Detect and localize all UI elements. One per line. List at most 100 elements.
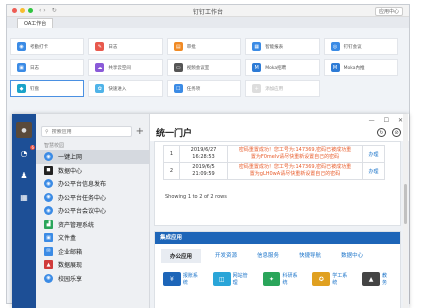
integrated-tab[interactable]: 办公应用 xyxy=(161,249,202,263)
workbench-tile[interactable]: ◆ 钉盘 xyxy=(10,80,85,97)
tab-oa-workbench[interactable]: OA工作台 xyxy=(17,18,54,28)
row-index: 2 xyxy=(163,162,180,180)
workbench-tile[interactable]: ◉ 考勤打卡 xyxy=(10,38,85,55)
integrated-app[interactable]: ✪ 学工系统 xyxy=(312,272,352,286)
refresh-icon[interactable]: ↻ xyxy=(52,7,57,14)
tile-label: 任务项 xyxy=(186,86,201,92)
compass-icon[interactable]: ⊘ xyxy=(392,128,401,137)
app-list-label: 数据中心 xyxy=(58,167,83,175)
workbench-icon[interactable]: ▦ xyxy=(18,192,30,204)
publish-icon: ◉ xyxy=(44,179,53,189)
workbench-tile[interactable]: ✿ 快速进入 xyxy=(88,80,163,97)
approval-icon: ▤ xyxy=(173,42,183,51)
workbench-tile[interactable]: M Moka內推 xyxy=(323,59,398,76)
network-icon: ◉ xyxy=(44,152,53,162)
close-dot[interactable] xyxy=(12,8,17,13)
workbench-tile[interactable]: ▤ 审批 xyxy=(166,38,242,55)
row-time: 21:09:59 xyxy=(192,171,215,177)
integrated-tab[interactable]: 数据中心 xyxy=(335,249,369,263)
nav-back-icon[interactable]: ‹ › xyxy=(39,7,46,14)
add-icon: + xyxy=(252,84,262,93)
integrated-tab[interactable]: 开发资源 xyxy=(209,249,243,263)
add-icon[interactable]: + xyxy=(136,126,144,137)
app-list-item[interactable]: ◉ 办公平台信息发布 xyxy=(36,177,149,191)
messages-icon[interactable]: ◔ 6 xyxy=(18,145,35,160)
app-list-item[interactable]: ✉ 企业邮箱 xyxy=(36,245,149,259)
avatar[interactable]: ● xyxy=(16,122,32,138)
background-window-title: 钉钉工作台 xyxy=(192,9,223,16)
task-center-icon: ◉ xyxy=(44,192,53,202)
minimize-icon[interactable]: — xyxy=(369,117,375,124)
tile-label: 共享云空间 xyxy=(108,65,131,71)
integrated-app[interactable]: ◫ 网站管理 xyxy=(212,272,253,286)
notice-card: 1 2019/6/27 16:28:53 密码重置成功！您工号为:147369,密码已… xyxy=(154,141,401,226)
drive-icon: ◆ xyxy=(17,84,26,93)
workbench-tile[interactable]: + 添加应用 xyxy=(245,80,320,97)
asset-icon: ▟ xyxy=(44,219,53,229)
traffic-lights xyxy=(12,8,33,13)
workbench-tile[interactable]: ▭ 视频会议室 xyxy=(166,59,242,76)
scrollbar-thumb[interactable] xyxy=(404,184,407,224)
data-view-icon: ▲ xyxy=(44,260,53,270)
row-message: 密码重置成功！您工号为:147369,密码已被成功重 置为gLH0wA请尽快重新设… xyxy=(227,162,363,180)
tile-label: 日志 xyxy=(30,65,39,71)
integrated-app-label: 网站管理 xyxy=(232,273,248,286)
workbench-tile[interactable]: ▣ 日志 xyxy=(10,59,85,76)
tile-label: 快速进入 xyxy=(108,86,127,92)
left-nav-sidebar: ● ◔ 6 ♟ ▦ xyxy=(12,114,36,308)
app-list-item[interactable]: ▣ 文件盒 xyxy=(36,231,149,245)
app-list-item[interactable]: ▲ 数据展现 xyxy=(36,258,149,272)
workbench-tile[interactable]: M Moka招聘 xyxy=(245,59,320,76)
scrollbar[interactable] xyxy=(403,114,408,308)
meeting-icon: ◎ xyxy=(330,42,340,51)
workbench-tile-grid: ◉ 考勤打卡 ✎ 日志 ▤ 审批 ▦ 智能报表 ◎ 钉钉会议 ▣ 日志 ☁ 共享云空间 ▭ 视频会议室 M Mok… xyxy=(10,38,398,97)
integrated-app-list: ¥ 报账系统 ◫ 网站管理 ✦ 科研系统 ✪ 学工系统 ▲ 教务 xyxy=(155,263,400,286)
maximize-icon[interactable]: ☐ xyxy=(384,117,389,124)
search-box[interactable]: ⚲ xyxy=(41,126,132,137)
title-actions: ↻ ⊘ xyxy=(377,128,401,137)
app-list-item[interactable]: ◼ 数据中心 xyxy=(36,164,149,178)
refresh-icon[interactable]: ↻ xyxy=(377,128,386,137)
workbench-tile[interactable]: ☁ 共享云空间 xyxy=(88,59,163,76)
location-icon: ◉ xyxy=(17,42,26,51)
search-icon: ⚲ xyxy=(45,128,49,135)
zoom-dot[interactable] xyxy=(28,8,33,13)
row-datetime: 2019/6/5 21:09:59 xyxy=(179,162,228,180)
page-title: 统一门户 xyxy=(156,129,193,139)
app-list-item[interactable]: ◉ 办公平台任务中心 xyxy=(36,191,149,205)
row-action-link[interactable]: 办理 xyxy=(362,145,385,163)
workbench-tile[interactable]: ▦ 智能报表 xyxy=(245,38,320,55)
pagination-summary: Showing 1 to 2 of 2 rows xyxy=(165,194,227,200)
search-input[interactable] xyxy=(51,128,112,135)
search-row: ⚲ + xyxy=(36,114,149,141)
integrated-app[interactable]: ▲ 教务 xyxy=(362,272,392,286)
portal-window: ● ◔6 ♟ ▦ ⚲ + 智慧校园 ◉ 一键上网 ◼ 数据中心 ◉ 办公平台信息发布 ◉ 办公… xyxy=(12,114,409,308)
app-list-item[interactable]: ▟ 资产管理系统 xyxy=(36,218,149,232)
window-controls: — ☐ ✕ xyxy=(369,117,403,124)
integrated-app[interactable]: ¥ 报账系统 xyxy=(163,272,203,286)
app-center-button[interactable]: 应用中心 xyxy=(374,7,403,16)
moka-icon: M xyxy=(330,63,340,72)
meeting-center-icon: ◉ xyxy=(44,206,53,216)
integrated-tab[interactable]: 快捷导航 xyxy=(293,249,327,263)
contacts-icon[interactable]: ♟ xyxy=(18,170,30,182)
row-action-link[interactable]: 办理 xyxy=(362,162,385,180)
integrated-app-label: 报账系统 xyxy=(182,273,198,286)
tile-label: 考勤打卡 xyxy=(30,44,48,50)
integrated-app[interactable]: ✦ 科研系统 xyxy=(262,272,303,286)
workbench-tile[interactable]: ◎ 钉钉会议 xyxy=(323,38,398,55)
workbench-tile[interactable]: ✎ 日志 xyxy=(88,38,163,55)
table-row: 1 2019/6/27 16:28:53 密码重置成功！您工号为:147369,密码已… xyxy=(163,145,385,163)
background-title-bar: ‹ › ↻ 钉钉工作台 应用中心 xyxy=(7,5,409,17)
background-tab-bar: OA工作台 xyxy=(7,17,409,28)
row-message-line1: 密码重置成功！您工号为:147369,密码已被成功重 xyxy=(238,164,352,170)
app-list-item[interactable]: ◉ 校园乐享 xyxy=(36,272,149,286)
workbench-tile[interactable]: ☐ 任务项 xyxy=(166,80,242,97)
log-icon: ✎ xyxy=(95,42,105,51)
app-list-label: 办公平台信息发布 xyxy=(58,181,107,189)
app-list-item[interactable]: ◉ 办公平台会议中心 xyxy=(36,204,149,218)
app-list-panel: ⚲ + 智慧校园 ◉ 一键上网 ◼ 数据中心 ◉ 办公平台信息发布 ◉ 办公平台任务中心 ◉ 办公… xyxy=(36,114,150,308)
integrated-tab[interactable]: 信息服务 xyxy=(251,249,285,263)
minimize-dot[interactable] xyxy=(20,8,25,13)
app-list-item[interactable]: ◉ 一键上网 xyxy=(36,150,149,164)
